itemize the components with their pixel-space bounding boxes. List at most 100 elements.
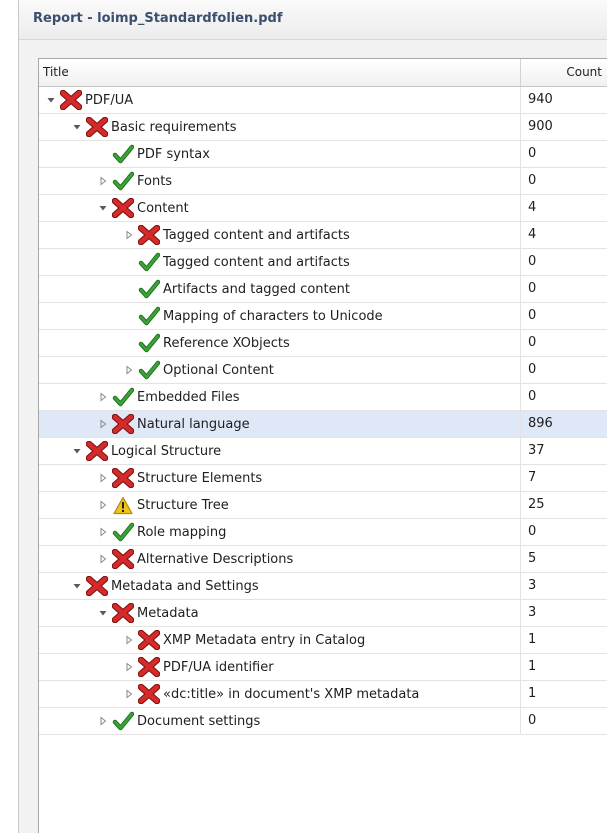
tree-row[interactable]: Optional Content 0 (39, 357, 607, 384)
row-count: 0 (528, 335, 537, 350)
row-label: PDF/UA (85, 92, 134, 108)
no-expander (122, 309, 136, 323)
row-count: 25 (528, 497, 545, 512)
collapsed-arrow-icon[interactable] (96, 174, 110, 188)
tree-row[interactable]: PDF/UA 940 (39, 87, 607, 114)
collapsed-arrow-icon[interactable] (122, 363, 136, 377)
tree-cell-title: Natural language (39, 411, 521, 437)
row-count: 5 (528, 551, 537, 566)
row-count: 0 (528, 254, 537, 269)
row-count: 0 (528, 173, 537, 188)
green-check-icon (112, 386, 134, 408)
red-x-icon (138, 629, 160, 651)
tree-row[interactable]: Tagged content and artifacts 4 (39, 222, 607, 249)
warning-triangle-icon (112, 494, 134, 516)
tree-row[interactable]: Fonts 0 (39, 168, 607, 195)
row-count: 0 (528, 389, 537, 404)
row-label: Document settings (137, 713, 261, 729)
row-count: 1 (528, 632, 537, 647)
row-label: Metadata and Settings (111, 578, 259, 594)
collapsed-arrow-icon[interactable] (96, 417, 110, 431)
collapsed-arrow-icon[interactable] (122, 687, 136, 701)
row-label: Natural language (137, 416, 250, 432)
expanded-arrow-icon[interactable] (70, 579, 84, 593)
tree-row[interactable]: Metadata and Settings 3 (39, 573, 607, 600)
window-title: Report - loimp_Standardfolien.pdf (19, 0, 607, 40)
collapsed-arrow-icon[interactable] (122, 660, 136, 674)
row-count: 1 (528, 686, 537, 701)
row-count: 0 (528, 713, 537, 728)
row-label: Reference XObjects (163, 335, 290, 351)
grid-header: Title Count (39, 59, 607, 87)
row-label: Optional Content (163, 362, 274, 378)
row-label: Structure Tree (137, 497, 229, 513)
tree-row[interactable]: Metadata 3 (39, 600, 607, 627)
collapsed-arrow-icon[interactable] (96, 471, 110, 485)
tree-cell-title: Basic requirements (39, 114, 521, 140)
no-expander (122, 282, 136, 296)
row-label: Embedded Files (137, 389, 240, 405)
tree-row[interactable]: Structure Tree 25 (39, 492, 607, 519)
red-x-icon (112, 602, 134, 624)
collapsed-arrow-icon[interactable] (96, 552, 110, 566)
tree-row[interactable]: Basic requirements 900 (39, 114, 607, 141)
tree-row[interactable]: Embedded Files 0 (39, 384, 607, 411)
expanded-arrow-icon[interactable] (44, 93, 58, 107)
green-check-icon (138, 251, 160, 273)
row-label: Metadata (137, 605, 199, 621)
red-x-icon (86, 116, 108, 138)
tree-row[interactable]: Content 4 (39, 195, 607, 222)
row-count: 896 (528, 416, 553, 431)
tree-cell-title: Tagged content and artifacts (39, 222, 521, 248)
red-x-icon (86, 440, 108, 462)
collapsed-arrow-icon[interactable] (96, 498, 110, 512)
tree-row[interactable]: Natural language 896 (39, 411, 607, 438)
tree-row[interactable]: PDF syntax 0 (39, 141, 607, 168)
tree-cell-title: Reference XObjects (39, 330, 521, 356)
no-expander (122, 336, 136, 350)
row-label: «dc:title» in document's XMP metadata (163, 686, 420, 702)
collapsed-arrow-icon[interactable] (122, 228, 136, 242)
tree-cell-title: Logical Structure (39, 438, 521, 464)
expanded-arrow-icon[interactable] (96, 201, 110, 215)
tree-row[interactable]: Reference XObjects 0 (39, 330, 607, 357)
tree-cell-title: Metadata and Settings (39, 573, 521, 599)
tree-row[interactable]: Structure Elements 7 (39, 465, 607, 492)
tree-row[interactable]: Logical Structure 37 (39, 438, 607, 465)
collapsed-arrow-icon[interactable] (96, 390, 110, 404)
expanded-arrow-icon[interactable] (70, 120, 84, 134)
row-count: 0 (528, 524, 537, 539)
tree-row[interactable]: «dc:title» in document's XMP metadata 1 (39, 681, 607, 708)
row-label: PDF syntax (137, 146, 210, 162)
tree-cell-title: Tagged content and artifacts (39, 249, 521, 275)
collapsed-arrow-icon[interactable] (96, 525, 110, 539)
tree-cell-title: XMP Metadata entry in Catalog (39, 627, 521, 653)
column-header-count[interactable]: Count (521, 59, 607, 86)
tree-row[interactable]: Alternative Descriptions 5 (39, 546, 607, 573)
tree-cell-title: Mapping of characters to Unicode (39, 303, 521, 329)
tree-row[interactable]: Artifacts and tagged content 0 (39, 276, 607, 303)
column-header-title[interactable]: Title (39, 59, 521, 86)
tree-row[interactable]: Role mapping 0 (39, 519, 607, 546)
tree-row[interactable]: XMP Metadata entry in Catalog 1 (39, 627, 607, 654)
row-label: Tagged content and artifacts (163, 254, 350, 270)
row-label: Role mapping (137, 524, 227, 540)
collapsed-arrow-icon[interactable] (96, 714, 110, 728)
tree-row[interactable]: Mapping of characters to Unicode 0 (39, 303, 607, 330)
tree-row[interactable]: PDF/UA identifier 1 (39, 654, 607, 681)
expanded-arrow-icon[interactable] (70, 444, 84, 458)
tree-cell-title: Structure Tree (39, 492, 521, 518)
row-count: 7 (528, 470, 537, 485)
expanded-arrow-icon[interactable] (96, 606, 110, 620)
row-count: 900 (528, 119, 553, 134)
report-tree-grid[interactable]: Title Count PDF/UA 940 Basic requirements 9… (38, 58, 607, 833)
tree-cell-title: Embedded Files (39, 384, 521, 410)
tree-row[interactable]: Tagged content and artifacts 0 (39, 249, 607, 276)
tree-cell-title: Structure Elements (39, 465, 521, 491)
collapsed-arrow-icon[interactable] (122, 633, 136, 647)
tree-cell-title: «dc:title» in document's XMP metadata (39, 681, 521, 707)
grid-rows: PDF/UA 940 Basic requirements 900 PDF syntax… (39, 87, 607, 735)
row-count: 3 (528, 578, 537, 593)
tree-cell-title: PDF/UA (39, 87, 521, 113)
tree-row[interactable]: Document settings 0 (39, 708, 607, 735)
